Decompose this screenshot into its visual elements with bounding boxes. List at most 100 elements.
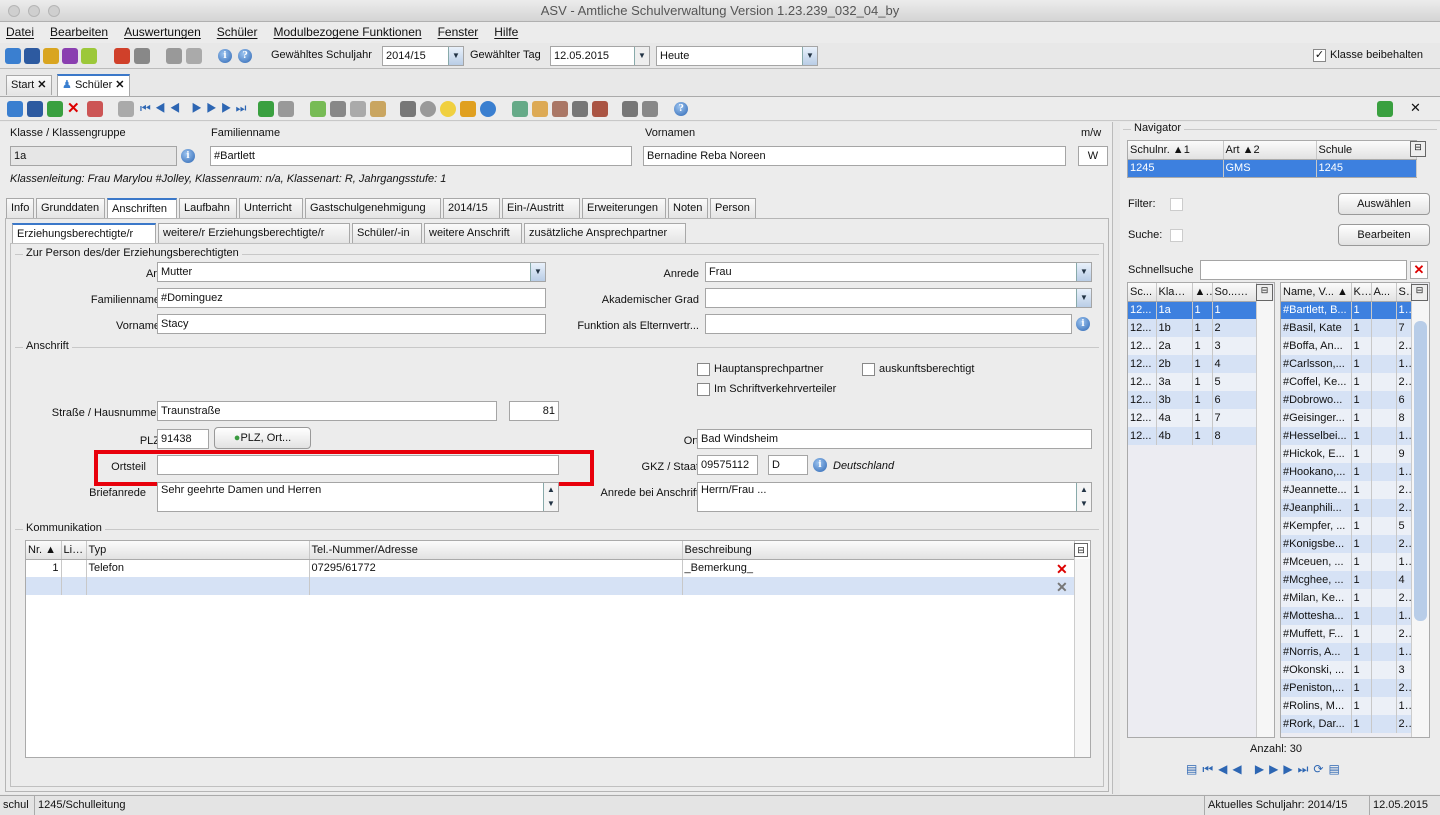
list-item[interactable]: #Coffel, Ke... 1 25 bbox=[1281, 373, 1412, 391]
tab-person[interactable]: Person bbox=[710, 198, 756, 218]
back-icon[interactable] bbox=[310, 101, 326, 117]
delete-row-icon[interactable]: ✕ bbox=[1056, 579, 1068, 596]
column-header-link[interactable]: Link bbox=[61, 541, 87, 560]
broom-icon[interactable] bbox=[460, 101, 476, 117]
navigation-arrows-icon[interactable]: ▤⏮◀◀ ▶▶▶⏭⟳▤ bbox=[1186, 762, 1345, 777]
table-row-new[interactable] bbox=[26, 577, 1075, 595]
messages-icon[interactable] bbox=[62, 48, 78, 64]
menu-auswertungen[interactable]: Auswertungen bbox=[124, 22, 201, 43]
column-chooser-icon[interactable]: ⊟ bbox=[1256, 284, 1273, 301]
funktion-field[interactable] bbox=[705, 314, 1072, 334]
students-icon[interactable] bbox=[5, 48, 21, 64]
column-header-tel[interactable]: Tel.-Nummer/Adresse bbox=[309, 541, 683, 560]
column-header-beschreibung[interactable]: Beschreibung bbox=[682, 541, 1075, 560]
list-item[interactable]: #Norris, A... 1 16 bbox=[1281, 643, 1412, 661]
auskunftsberechtigt-checkbox[interactable] bbox=[862, 363, 875, 376]
tab-erweiterungen[interactable]: Erweiterungen bbox=[582, 198, 666, 218]
tab-info[interactable]: Info bbox=[6, 198, 34, 218]
ort-field[interactable]: Bad Windsheim bbox=[697, 429, 1092, 449]
subtab-sch-ler-in[interactable]: Schüler/-in bbox=[352, 223, 422, 243]
lightbulb-icon[interactable] bbox=[440, 101, 456, 117]
column-header-nr[interactable]: Nr. ▲ bbox=[26, 541, 62, 560]
close-icon[interactable]: ✕ bbox=[115, 79, 124, 91]
erz-familienname-field[interactable]: #Dominguez bbox=[157, 288, 546, 308]
column-header-sortierung[interactable]: So...▲1 bbox=[1212, 283, 1257, 302]
column-header-name[interactable]: Name, V... ▲ bbox=[1281, 283, 1352, 302]
art-select[interactable]: Mutter ▼ bbox=[157, 262, 546, 282]
copy-icon[interactable] bbox=[350, 101, 366, 117]
list-item[interactable]: #Mottesha... 1 11 bbox=[1281, 607, 1412, 625]
anrede-select[interactable]: Frau ▼ bbox=[705, 262, 1092, 282]
print-icon[interactable] bbox=[400, 101, 416, 117]
list-item[interactable]: #Bartlett, B... 1 12 bbox=[1281, 301, 1412, 319]
list-item[interactable]: #Basil, Kate 1 7 bbox=[1281, 319, 1412, 337]
column-chooser-icon[interactable]: ⊟ bbox=[1410, 141, 1426, 157]
familienname-field[interactable]: #Bartlett bbox=[210, 146, 632, 166]
hausnummer-field[interactable]: 81 bbox=[509, 401, 559, 421]
auswaehlen-button[interactable]: Auswählen bbox=[1338, 193, 1430, 215]
close-icon[interactable]: ✕ bbox=[1410, 100, 1421, 116]
list-item[interactable]: #Kempfer, ... 1 5 bbox=[1281, 517, 1412, 535]
id-card-icon[interactable] bbox=[592, 101, 608, 117]
tab-anschriften[interactable]: Anschriften bbox=[107, 198, 177, 218]
bearbeiten-button[interactable]: Bearbeiten bbox=[1338, 224, 1430, 246]
list-item[interactable]: #Muffett, F... 1 26 bbox=[1281, 625, 1412, 643]
list-item[interactable]: #Peniston,... 1 28 bbox=[1281, 679, 1412, 697]
column-chooser-icon[interactable]: ⊟ bbox=[1411, 284, 1428, 301]
list-item[interactable]: 12... 4b 1 8 bbox=[1128, 427, 1257, 445]
scrollbar[interactable] bbox=[1256, 301, 1274, 737]
list-item[interactable]: #Rork, Dar... 1 24 bbox=[1281, 715, 1412, 733]
delete-row-icon[interactable]: ✕ bbox=[1056, 561, 1068, 578]
tab-laufbahn[interactable]: Laufbahn bbox=[179, 198, 237, 218]
column-header-sort2[interactable]: ▲2 bbox=[1192, 283, 1213, 302]
column-chooser-icon[interactable]: ⊟ bbox=[1074, 543, 1088, 557]
column-header-a[interactable]: A... bbox=[1371, 283, 1397, 302]
list-item[interactable]: #Hesselbei... 1 18 bbox=[1281, 427, 1412, 445]
list-item[interactable]: #Jeannette... 1 23 bbox=[1281, 481, 1412, 499]
schriftverkehr-checkbox[interactable] bbox=[697, 383, 710, 396]
table-row[interactable]: 1245 GMS 1245 bbox=[1128, 159, 1417, 177]
subtab-erziehungsberechtigte-r[interactable]: Erziehungsberechtigte/r bbox=[12, 223, 156, 243]
list-item[interactable]: #Konigsbe... 1 21 bbox=[1281, 535, 1412, 553]
clear-search-icon[interactable]: ✕ bbox=[1410, 261, 1428, 279]
menu-schueler[interactable]: Schüler bbox=[217, 22, 258, 43]
tag-date-field[interactable]: 12.05.2015 ▼ bbox=[550, 46, 650, 66]
tab-gastschulgenehmigung[interactable]: Gastschulgenehmigung bbox=[305, 198, 441, 218]
tab-2014-15[interactable]: 2014/15 bbox=[443, 198, 500, 218]
scrollbar[interactable] bbox=[1074, 559, 1090, 757]
vornamen-field[interactable]: Bernadine Reba Noreen bbox=[643, 146, 1066, 166]
menu-modulbezogene-funktionen[interactable]: Modulbezogene Funktionen bbox=[273, 22, 421, 43]
info-icon[interactable]: i bbox=[813, 458, 827, 472]
navigation-arrows-icon[interactable]: ⏮◀◀ ▶▶▶⏭ bbox=[140, 101, 250, 116]
archive-icon[interactable] bbox=[572, 101, 588, 117]
scrollbar-thumb[interactable] bbox=[1414, 321, 1427, 621]
column-header-typ[interactable]: Typ bbox=[86, 541, 310, 560]
calculator-icon[interactable] bbox=[134, 48, 150, 64]
calendar-icon[interactable] bbox=[186, 48, 202, 64]
view-icon[interactable] bbox=[420, 101, 436, 117]
list-item[interactable]: #Okonski, ... 1 3 bbox=[1281, 661, 1412, 679]
anrede-anschrift-field[interactable]: Herrn/Frau ... ▲ ▼ bbox=[697, 482, 1092, 512]
info-icon[interactable]: i bbox=[181, 149, 195, 163]
home-icon[interactable] bbox=[622, 101, 638, 117]
teachers-icon[interactable] bbox=[43, 48, 59, 64]
book-icon[interactable] bbox=[114, 48, 130, 64]
list-item[interactable]: #Hickok, E... 1 9 bbox=[1281, 445, 1412, 463]
delete-icon[interactable]: ✕ bbox=[67, 101, 83, 117]
save-icon[interactable] bbox=[27, 101, 43, 117]
grad-select[interactable]: ▼ bbox=[705, 288, 1092, 308]
copy-icon[interactable] bbox=[118, 101, 134, 117]
clock-icon[interactable] bbox=[480, 101, 496, 117]
list-item[interactable]: #Mceuen, ... 1 19 bbox=[1281, 553, 1412, 571]
erz-vorname-field[interactable]: Stacy bbox=[157, 314, 546, 334]
list-item[interactable]: 12... 3a 1 5 bbox=[1128, 373, 1257, 391]
menu-datei[interactable]: Datei bbox=[6, 22, 34, 43]
column-header-schulnr[interactable]: Schulnr. ▲1 bbox=[1128, 141, 1224, 160]
zoom-window-button[interactable] bbox=[48, 5, 60, 17]
export-icon[interactable] bbox=[512, 101, 528, 117]
briefanrede-field[interactable]: Sehr geehrte Damen und Herren ▲ ▼ bbox=[157, 482, 559, 512]
classes-icon[interactable] bbox=[24, 48, 40, 64]
list-item[interactable]: #Mcghee, ... 1 4 bbox=[1281, 571, 1412, 589]
list-item[interactable]: #Rolins, M... 1 15 bbox=[1281, 697, 1412, 715]
help-icon[interactable]: ? bbox=[238, 49, 252, 63]
